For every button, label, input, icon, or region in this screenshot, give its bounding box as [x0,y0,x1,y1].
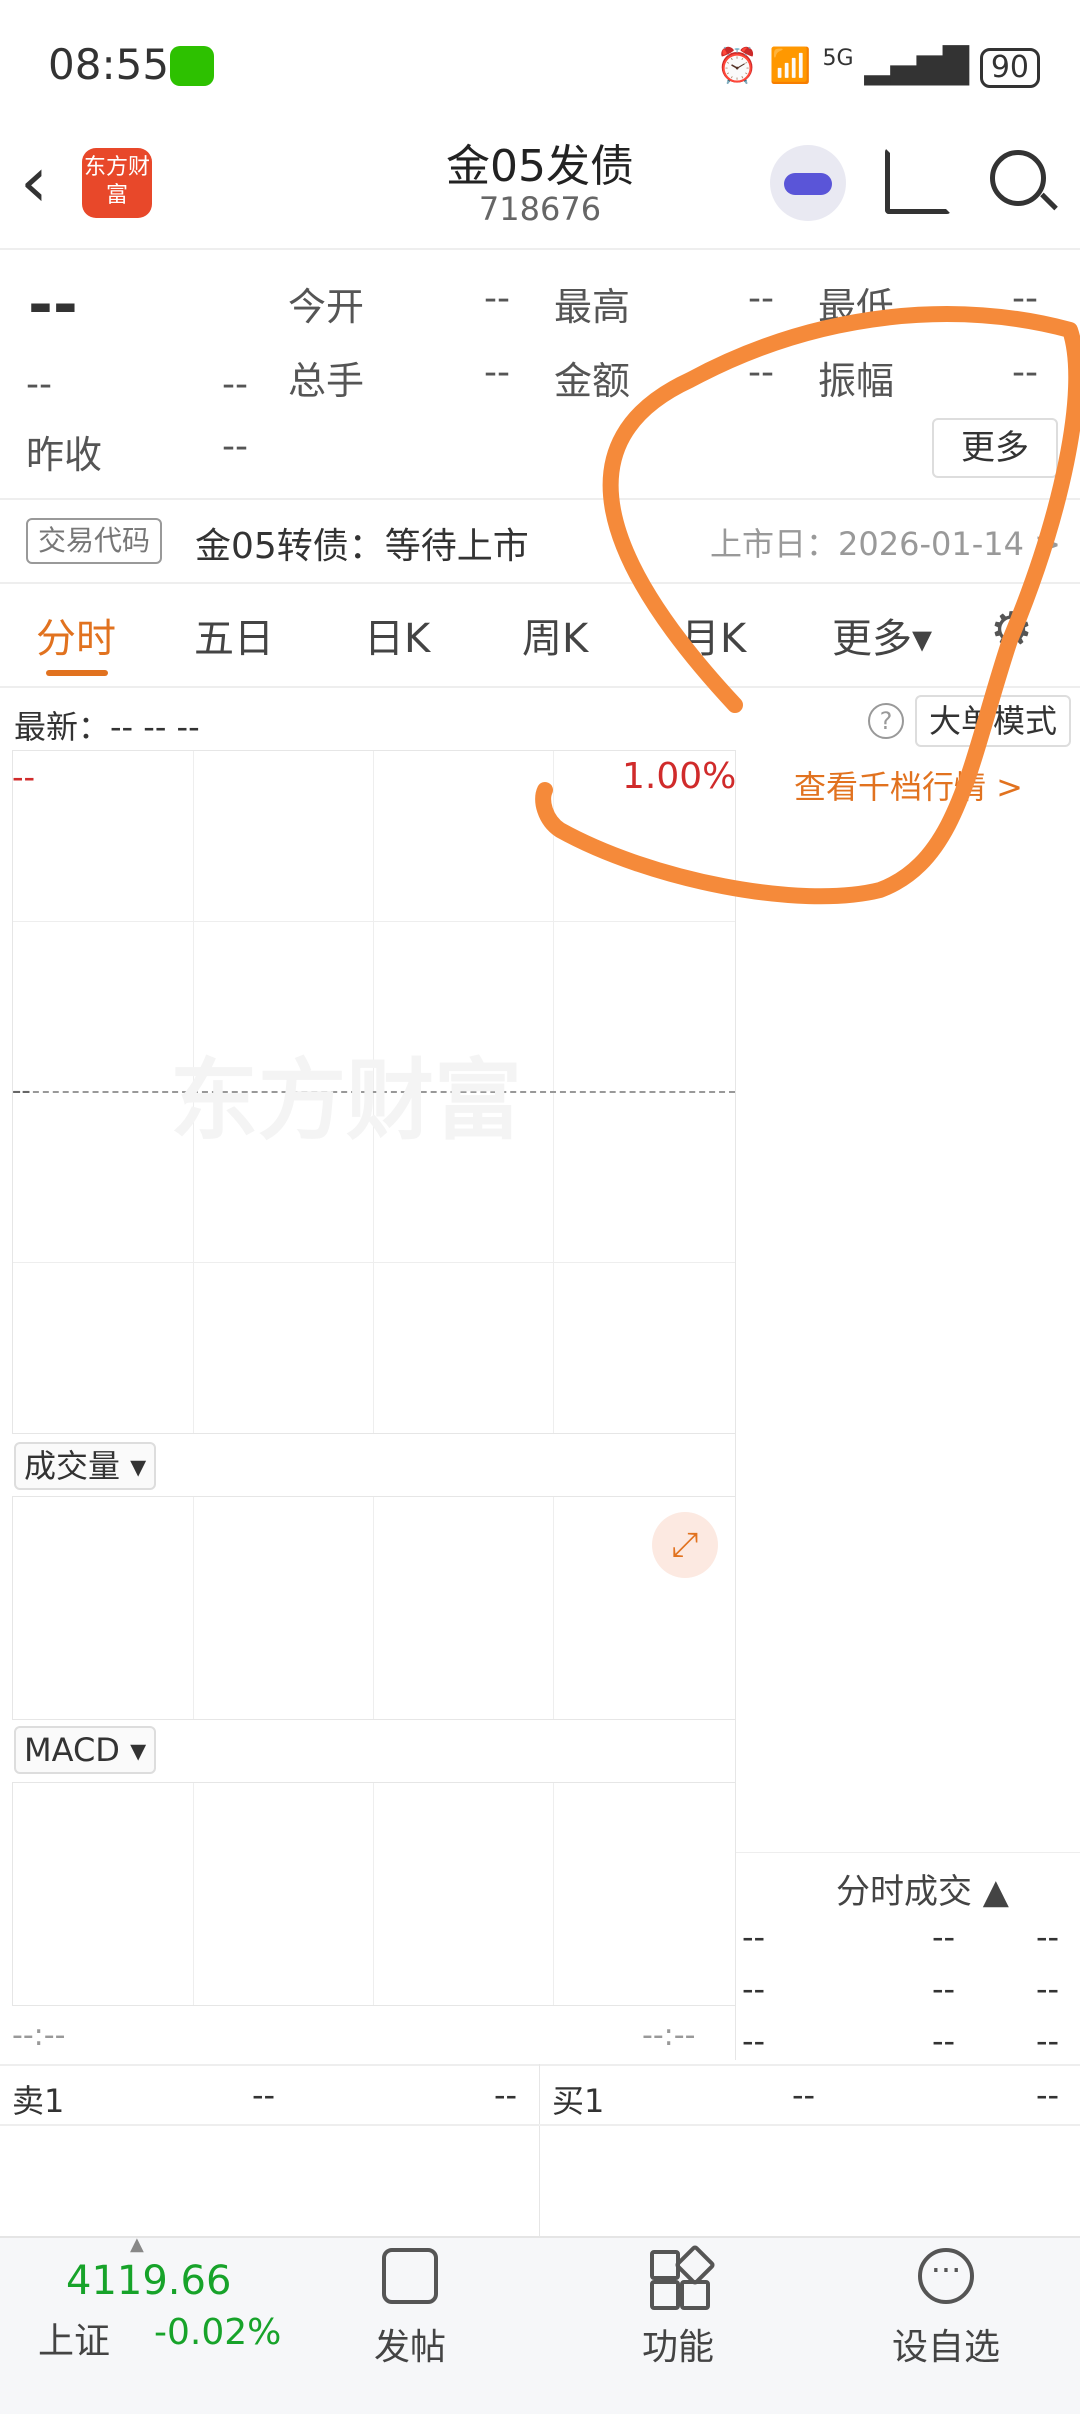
macd-chart [12,1782,736,2006]
divider [736,1852,1080,1853]
prev-close-value: -- [222,426,248,467]
sell1-volume: -- [494,2076,518,2114]
sell1-price: -- [252,2076,276,2114]
panel-divider [735,750,736,2060]
wifi-icon: 📶 [769,46,812,86]
trade-row-time: -- [742,1918,766,1956]
time-axis-start: --:-- [12,2018,66,2053]
divider [0,498,1080,500]
sell1-label: 卖1 [12,2082,65,2120]
status-time: 08:55 [48,40,170,89]
battery-icon: 90 [979,48,1040,88]
buy1-label: 买1 [552,2082,605,2120]
price-change-pct: -- [222,364,248,405]
wechat-icon [170,46,214,86]
more-quote-button[interactable]: 更多 [932,418,1058,478]
chart-top-price: -- [12,758,36,796]
depth-quote-link[interactable]: 查看千档行情 > [794,762,1023,808]
tab-weekly-k[interactable]: 周K [522,606,588,664]
add-watchlist-icon[interactable]: ··· [918,2248,974,2304]
trade-row-volume: -- [1036,1970,1060,2008]
trade-row-price: -- [932,1970,956,2008]
page-title: 金05发债 [446,141,634,192]
time-axis-end: --:-- [642,2018,696,2053]
function-grid-icon[interactable] [650,2243,717,2310]
tab-more[interactable]: 更多▾ [832,606,932,664]
latest-info: 最新：-- -- -- [14,708,200,746]
tab-monthly-k[interactable]: 月K [680,606,746,664]
tab-five-day[interactable]: 五日 [194,606,274,664]
chart-tabs: 分时 五日 日K 周K 月K 更多▾ ⚙ [0,584,1080,684]
volume-chart [12,1496,736,1720]
divider [539,2064,540,2236]
divider [0,2064,1080,2066]
amplitude-value: -- [1012,352,1038,393]
assistant-robot-icon[interactable] [770,145,846,221]
high-value: -- [748,278,774,319]
watermark: 东方财富 [170,1049,523,1152]
low-label: 最低 [818,285,895,329]
volume-value: -- [484,352,510,393]
divider [0,2124,1080,2126]
low-value: -- [1012,278,1038,319]
price-change: -- [26,364,52,405]
today-open-label: 今开 [288,285,365,329]
amount-value: -- [748,352,774,393]
back-icon[interactable]: ‹ [20,142,48,222]
stock-code: 718676 [478,190,602,228]
share-icon[interactable] [885,148,951,214]
today-open-value: -- [484,278,510,319]
add-watchlist-button[interactable]: 设自选 [892,2318,1000,2370]
search-icon[interactable] [990,150,1046,206]
trade-row-price: -- [932,2022,956,2060]
tab-underline [46,670,108,676]
volume-indicator-select[interactable]: 成交量 ▾ [14,1442,157,1490]
volume-label: 总手 [288,359,365,403]
tab-intraday[interactable]: 分时 [36,606,116,664]
app-logo: 东方财富 [82,148,152,218]
signal-icon: ▂▄▆█ [864,46,969,86]
buy1-volume: -- [1036,2076,1060,2114]
trade-row-price: -- [932,1918,956,1956]
trading-code-badge: 交易代码 [26,518,163,564]
listing-status: 金05转债：等待上市 [195,526,529,567]
network-label: 5G [822,46,854,71]
high-label: 最高 [554,285,631,329]
settings-gear-icon[interactable]: ⚙ [990,602,1033,658]
expand-icon[interactable]: ⤢ [652,1512,718,1578]
post-edit-icon[interactable] [382,2248,438,2304]
trade-row-volume: -- [1036,2022,1060,2060]
caret-up-icon: ▲ [130,2234,144,2255]
help-icon[interactable]: ? [868,703,904,739]
status-icons: ⏰ 📶 5G ▂▄▆█ 90 [716,46,1040,88]
trade-row-time: -- [742,1970,766,2008]
trades-title[interactable]: 分时成交 ▲ [836,1864,1009,1913]
header: ‹ 东方财富 金05发债 718676 [0,130,1080,248]
chart-mid-price: -- [12,1076,31,1106]
divider [0,248,1080,250]
tab-daily-k[interactable]: 日K [364,606,430,664]
index-change[interactable]: -0.02% [154,2312,281,2353]
trade-row-volume: -- [1036,1918,1060,1956]
prev-close-label: 昨收 [26,433,103,477]
divider [0,686,1080,688]
index-name[interactable]: 上证 [38,2312,110,2364]
chart-top-pct: 1.00% [622,756,737,797]
post-button[interactable]: 发帖 [374,2318,446,2370]
buy1-price: -- [792,2076,816,2114]
amount-label: 金额 [554,359,631,403]
alarm-icon: ⏰ [716,46,759,86]
trade-row-time: -- [742,2022,766,2060]
current-price: -- [28,270,78,340]
macd-indicator-select[interactable]: MACD ▾ [14,1726,157,1774]
amplitude-label: 振幅 [818,359,895,403]
index-value[interactable]: 4119.66 [66,2258,231,2304]
listing-date-link[interactable]: 上市日：2026-01-14 > [710,519,1061,565]
function-button[interactable]: 功能 [642,2318,714,2370]
status-bar: 08:55 ⏰ 📶 5G ▂▄▆█ 90 [0,0,1080,130]
big-order-mode-button[interactable]: 大单模式 [915,695,1071,747]
